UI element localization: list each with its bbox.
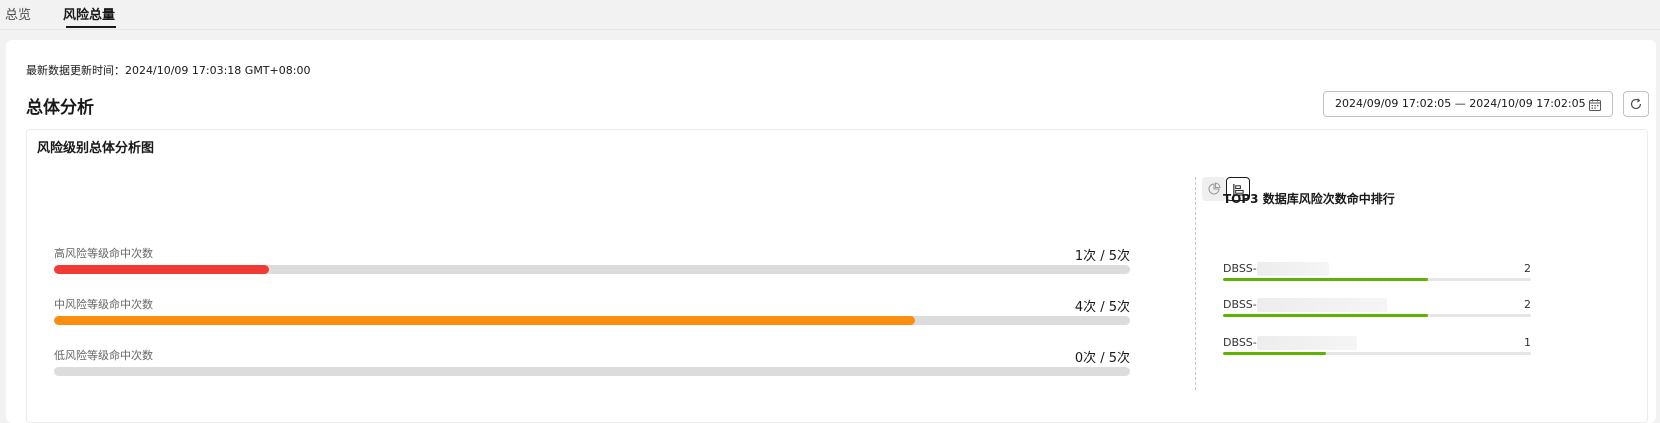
tab-bar: 总览 风险总量 <box>0 0 1660 30</box>
progress-track <box>1223 314 1531 317</box>
refresh-icon <box>1630 98 1642 110</box>
risk-analysis-panel: 风险级别总体分析图 高风险等级命中次数 1次 / 5次 中风险等级命中次数 4次… <box>26 129 1648 423</box>
active-tab-indicator <box>66 26 116 28</box>
risk-row-medium: 中风险等级命中次数 4次 / 5次 <box>54 296 1130 336</box>
pie-chart-icon <box>1208 182 1221 195</box>
progress-fill <box>1223 278 1429 281</box>
progress-fill <box>54 265 270 274</box>
tab-risk-total[interactable]: 风险总量 <box>63 4 115 23</box>
risk-count: 0次 / 5次 <box>1074 351 1130 366</box>
hit-count: 2 <box>1524 262 1531 275</box>
risk-label: 高风险等级命中次数 <box>54 247 153 260</box>
progress-track <box>1223 352 1531 355</box>
database-name: DBSS- <box>1223 262 1329 276</box>
progress-track <box>54 367 1130 376</box>
top3-title: TOP3 数据库风险次数命中排行 <box>1223 192 1395 206</box>
risk-row-high: 高风险等级命中次数 1次 / 5次 <box>54 245 1130 285</box>
date-range-picker[interactable]: 2024/09/09 17:02:05 — 2024/10/09 17:02:0… <box>1323 91 1613 117</box>
panel-title: 风险级别总体分析图 <box>37 141 155 156</box>
risk-count: 1次 / 5次 <box>1074 249 1130 264</box>
date-range-value: 2024/09/09 17:02:05 — 2024/10/09 17:02:0… <box>1335 97 1586 110</box>
hit-count: 2 <box>1524 298 1531 311</box>
progress-fill <box>54 316 915 325</box>
database-name: DBSS- <box>1223 298 1387 312</box>
hit-count: 1 <box>1524 336 1531 349</box>
tab-overview[interactable]: 总览 <box>5 4 31 23</box>
progress-fill <box>1223 352 1326 355</box>
progress-track <box>54 316 1130 325</box>
redacted-name-block <box>1256 262 1329 276</box>
top3-item: DBSS- 1 <box>1223 336 1531 360</box>
main-card: 最新数据更新时间：2024/10/09 17:03:18 GMT+08:00 总… <box>6 40 1656 423</box>
section-title: 总体分析 <box>26 98 94 118</box>
risk-row-low: 低风险等级命中次数 0次 / 5次 <box>54 347 1130 387</box>
risk-count: 4次 / 5次 <box>1074 300 1130 315</box>
progress-track <box>54 265 1130 274</box>
calendar-icon <box>1588 97 1602 111</box>
database-name: DBSS- <box>1223 336 1357 350</box>
risk-label: 中风险等级命中次数 <box>54 298 153 311</box>
top3-item: DBSS- 2 <box>1223 298 1531 322</box>
progress-fill <box>1223 314 1429 317</box>
top3-item: DBSS- 2 <box>1223 262 1531 286</box>
dashed-divider <box>1195 177 1196 390</box>
refresh-button[interactable] <box>1623 91 1649 117</box>
redacted-name-block <box>1256 298 1387 312</box>
last-update-time: 最新数据更新时间：2024/10/09 17:03:18 GMT+08:00 <box>26 64 311 77</box>
risk-label: 低风险等级命中次数 <box>54 349 153 362</box>
progress-track <box>1223 278 1531 281</box>
redacted-name-block <box>1256 336 1357 350</box>
